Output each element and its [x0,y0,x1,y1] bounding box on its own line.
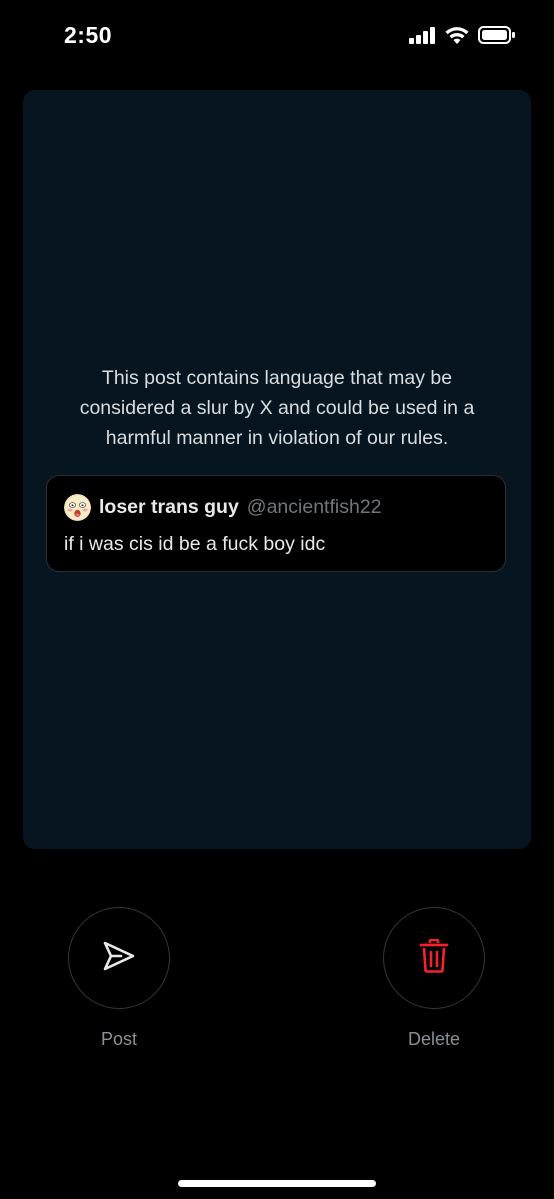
avatar [64,494,91,521]
quoted-post-header: loser trans guy @ancientfish22 [64,494,382,521]
moderation-card: This post contains language that may be … [23,90,531,849]
display-name[interactable]: loser trans guy [99,496,239,519]
quoted-post-text: if i was cis id be a fuck boy idc [64,533,326,555]
status-icons [409,25,516,50]
quoted-post[interactable]: loser trans guy @ancientfish22 if i was … [46,475,506,572]
status-bar: 2:50 [0,0,554,74]
battery-icon [478,25,516,50]
user-handle[interactable]: @ancientfish22 [247,496,382,519]
send-icon [102,941,136,976]
delete-label: Delete [407,1029,461,1049]
post-button[interactable] [68,907,170,1009]
cellular-signal-icon [409,26,436,49]
wifi-icon [444,25,470,50]
post-label: Post [100,1029,138,1049]
warning-message: This post contains language that may be … [79,367,475,449]
delete-action: Delete [383,907,485,1050]
delete-button[interactable] [383,907,485,1009]
trash-icon [419,938,449,978]
home-indicator[interactable] [178,1180,376,1187]
post-action: Post [68,907,170,1050]
status-time: 2:50 [64,22,113,48]
